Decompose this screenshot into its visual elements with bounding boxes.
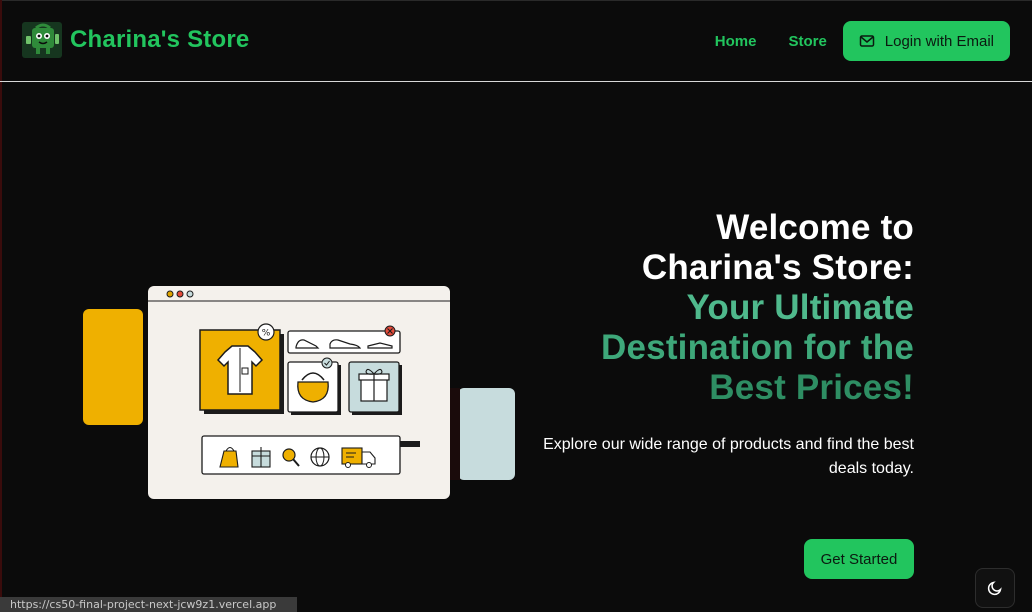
window-left-border: [0, 0, 2, 612]
hero-title-line-3: Your Ultimate: [686, 288, 914, 327]
site-header: Charina's Store Home Store Login with Em…: [0, 0, 1032, 82]
hero-title-line-2: Charina's Store:: [641, 248, 914, 287]
nav-store-link[interactable]: Store: [788, 33, 826, 50]
theme-toggle-button[interactable]: [975, 568, 1015, 608]
hero-section: Welcome to Charina's Store: Your Ultimat…: [494, 208, 914, 481]
get-started-button[interactable]: Get Started: [804, 539, 914, 579]
discount-badge: %: [262, 329, 271, 339]
brand-name: Charina's Store: [70, 26, 250, 53]
moon-icon: [987, 581, 1002, 596]
hero-title-line-5: Best Prices!: [709, 368, 914, 407]
main-nav: Home Store Login with Email: [715, 21, 1010, 61]
nav-home-link[interactable]: Home: [715, 33, 757, 50]
mail-icon: [859, 35, 875, 47]
hero-title: Welcome to Charina's Store: Your Ultimat…: [494, 208, 914, 408]
login-with-email-button[interactable]: Login with Email: [842, 21, 1010, 61]
hero-subtitle: Explore our wide range of products and f…: [543, 436, 914, 477]
hero-title-line-4: Destination for the: [601, 328, 914, 367]
hero-title-line-1: Welcome to: [716, 208, 914, 247]
login-button-label: Login with Email: [884, 32, 994, 50]
status-bar-url: https://cs50-final-project-next-jcw9z1.v…: [0, 597, 297, 612]
online-shopping-illustration: %: [83, 286, 515, 499]
store-mascot-icon: [22, 22, 62, 58]
brand[interactable]: Charina's Store: [22, 22, 249, 58]
